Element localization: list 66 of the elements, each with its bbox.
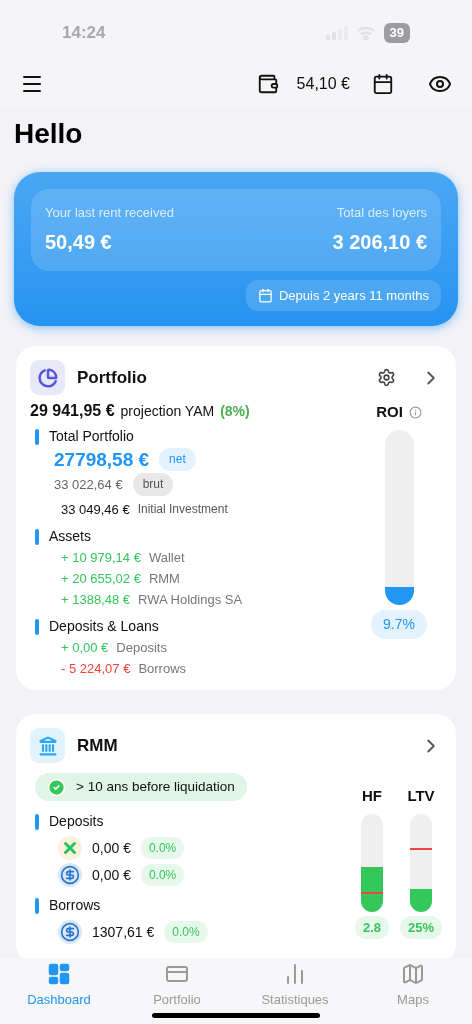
calendar-icon <box>257 287 273 303</box>
rate-badge: 0.0% <box>140 864 185 887</box>
tab-item[interactable]: Portfolio <box>118 962 236 1024</box>
since-text: Depuis 2 years 11 months <box>278 286 429 305</box>
gauge-value: 25% <box>400 915 442 939</box>
pie-chart-icon <box>30 360 65 395</box>
card-title: Portfolio <box>77 366 147 389</box>
rent-value: 3 206,10 € <box>332 229 427 255</box>
status-text: > 10 ans before liquidation <box>76 778 235 796</box>
amount-label: Deposits <box>116 639 167 657</box>
section-title: Borrows <box>49 896 101 916</box>
amount-label: Wallet <box>148 549 185 567</box>
projection-value: 29 941,95 € <box>30 401 115 420</box>
tab-item[interactable]: Dashboard <box>0 962 118 1024</box>
rate-badge: 0.0% <box>140 837 185 860</box>
rmm-card[interactable]: RMM > 10 ans before liquidation Deposits 0,00 € 0.0% 0,00 € 0.0% Borrows 1307,61 € 0.0% HF 2.8 LTV 25% <box>16 714 456 958</box>
tab-item[interactable]: Maps <box>354 962 472 1024</box>
amount-text: - 5 224,07 € <box>61 660 131 678</box>
section-title: Total Portfolio <box>49 427 134 446</box>
rent-value: 50,49 € <box>45 229 113 255</box>
dashboard-icon <box>47 962 71 986</box>
calendar-icon[interactable] <box>372 73 394 95</box>
dollar-coin-icon <box>58 920 82 945</box>
amount-text: 0,00 € <box>92 838 131 858</box>
amount-text: + 0,00 € <box>61 639 109 657</box>
amount-text: 1307,61 € <box>92 922 155 942</box>
wallet-balance: 54,10 € <box>296 74 350 94</box>
section-title: Deposits & Loans <box>49 617 159 636</box>
amount-text: + 10 979,14 € <box>61 549 141 567</box>
amount-text: 0,00 € <box>92 865 131 885</box>
net-badge: net <box>159 448 196 471</box>
check-icon <box>47 777 66 797</box>
gauge-label: LTV <box>407 786 435 806</box>
map-icon <box>401 962 425 986</box>
roi-value: 9.7% <box>371 609 427 639</box>
amount-label: RMM <box>148 570 180 588</box>
status-time: 14:24 <box>62 22 106 45</box>
amount-text: + 20 655,02 € <box>61 570 141 588</box>
gauge-value: 2.8 <box>354 915 390 939</box>
initial-value: 33 049,46 € <box>61 501 130 519</box>
card-title: RMM <box>77 734 118 757</box>
rent-label: Total des loyers <box>336 204 427 222</box>
projection-label: projection YAM <box>120 402 215 421</box>
projection-rate: (8%) <box>220 402 250 421</box>
amount-label: Borrows <box>138 660 187 678</box>
amount-text: + 1388,48 € <box>61 591 131 609</box>
dollar-coin-icon <box>58 863 82 888</box>
greeting-title: Hello <box>14 118 84 150</box>
rate-badge: 0.0% <box>164 921 208 944</box>
gross-value: 33 022,64 € <box>54 476 123 494</box>
roi-label: ROI <box>376 402 403 422</box>
section-title: Deposits <box>49 812 104 832</box>
info-icon[interactable] <box>408 405 422 419</box>
amount-label: RWA Holdings SA <box>138 591 243 609</box>
initial-label: Initial Investment <box>137 501 228 518</box>
tab-item[interactable]: Statistiques <box>236 962 354 1024</box>
battery-level: 39 <box>383 23 410 43</box>
rent-label: Your last rent received <box>45 204 174 222</box>
gauge-label: HF <box>362 786 382 806</box>
token-x-icon <box>58 836 82 861</box>
section-title: Assets <box>49 527 91 546</box>
bank-icon <box>30 728 65 763</box>
rent-card[interactable]: Your last rent received 50,49 € Total des loyers 3 206,10 € Depuis 2 years 11 months <box>14 172 458 326</box>
gross-badge: brut <box>132 473 174 496</box>
settings-icon[interactable] <box>377 368 396 387</box>
net-value: 27798,58 € <box>54 450 150 469</box>
